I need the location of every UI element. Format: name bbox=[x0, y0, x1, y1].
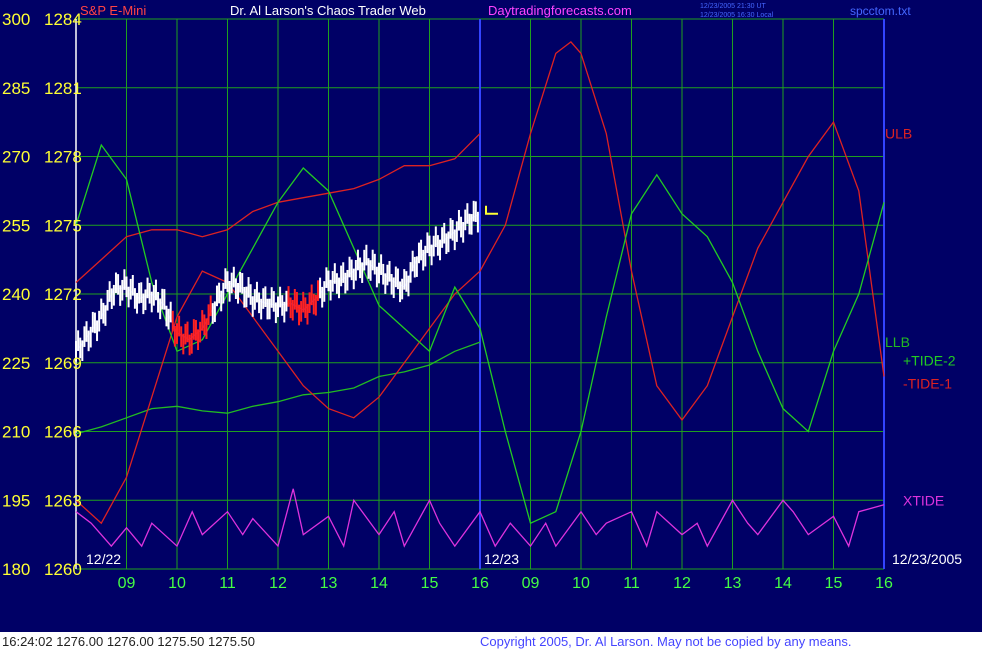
x-tick: 11 bbox=[219, 575, 236, 592]
x-tick: 15 bbox=[825, 575, 843, 592]
y-tick-price: 1260 bbox=[44, 560, 82, 579]
y-tick-left: 225 bbox=[2, 354, 30, 373]
x-tick: 12 bbox=[673, 575, 691, 592]
y-tick-left: 195 bbox=[2, 491, 30, 510]
time-local-label: 12/23/2005 16:30 Local bbox=[700, 12, 774, 19]
date-label-start: 12/22 bbox=[86, 551, 121, 567]
x-tick: 14 bbox=[370, 575, 388, 592]
date-label-end: 12/23/2005 bbox=[892, 551, 962, 567]
chart-title: Dr. Al Larson's Chaos Trader Web bbox=[230, 3, 426, 18]
y-tick-left: 270 bbox=[2, 148, 30, 167]
x-tick: 12 bbox=[269, 575, 287, 592]
x-tick: 13 bbox=[724, 575, 742, 592]
y-tick-left: 285 bbox=[2, 79, 30, 98]
y-tick-price: 1266 bbox=[44, 423, 82, 442]
chaos-trader-chart: ULB LLB -TIDE-1 +TIDE-2 XTIDE 300 1284 285 1281… bbox=[0, 0, 982, 650]
y-tick-price: 1281 bbox=[44, 79, 82, 98]
y-tick-left: 300 bbox=[2, 10, 30, 29]
footer-quote: 16:24:02 1276.00 1276.00 1275.50 1275.50 bbox=[2, 634, 255, 649]
series-label: -TIDE-1 bbox=[903, 375, 952, 391]
y-tick-price: 1263 bbox=[44, 491, 82, 510]
file-label: spcctom.txt bbox=[850, 4, 911, 18]
y-tick-price: 1284 bbox=[44, 10, 82, 29]
date-label-mid: 12/23 bbox=[484, 551, 519, 567]
y-tick-price: 1278 bbox=[44, 148, 82, 167]
series-label: XTIDE bbox=[903, 492, 944, 508]
x-tick: 14 bbox=[774, 575, 792, 592]
y-tick-price: 1269 bbox=[44, 354, 82, 373]
time-ut-label: 12/23/2005 21:30 UT bbox=[700, 3, 766, 10]
y-tick-left: 210 bbox=[2, 423, 30, 442]
y-tick-left: 255 bbox=[2, 216, 30, 235]
footer-copyright: Copyright 2005, Dr. Al Larson. May not b… bbox=[480, 634, 851, 649]
x-tick: 15 bbox=[421, 575, 439, 592]
series-label: ULB bbox=[885, 126, 912, 142]
series-label: +TIDE-2 bbox=[903, 352, 956, 368]
x-tick: 11 bbox=[623, 575, 640, 592]
y-tick-left: 240 bbox=[2, 285, 30, 304]
x-tick: 09 bbox=[118, 575, 136, 592]
site-label: Daytradingforecasts.com bbox=[488, 3, 632, 18]
x-tick: 16 bbox=[471, 575, 489, 592]
y-tick-price: 1272 bbox=[44, 285, 82, 304]
x-tick: 10 bbox=[572, 575, 590, 592]
y-tick-left: 180 bbox=[2, 560, 30, 579]
x-tick: 16 bbox=[875, 575, 893, 592]
x-tick: 10 bbox=[168, 575, 186, 592]
x-tick: 09 bbox=[522, 575, 540, 592]
x-tick: 13 bbox=[320, 575, 338, 592]
series-label: LLB bbox=[885, 334, 910, 350]
instrument-label: S&P E-Mini bbox=[80, 3, 146, 18]
y-tick-price: 1275 bbox=[44, 216, 82, 235]
